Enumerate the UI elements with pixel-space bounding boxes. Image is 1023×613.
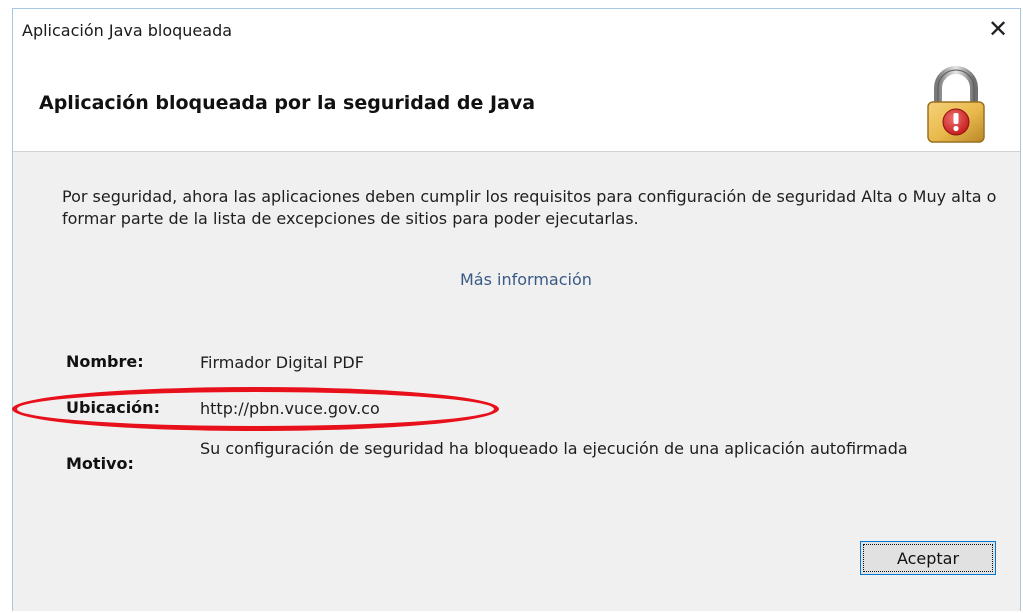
more-info-link[interactable]: Más información	[460, 270, 592, 289]
location-value: http://pbn.vuce.gov.co	[200, 399, 380, 418]
name-value: Firmador Digital PDF	[200, 353, 364, 372]
window-title: Aplicación Java bloqueada	[22, 21, 233, 40]
security-description: Por seguridad, ahora las aplicaciones de…	[62, 187, 997, 228]
title-bar: Aplicación Java bloqueada ✕	[13, 8, 1020, 50]
header-panel: Aplicación bloqueada por la seguridad de…	[13, 50, 1020, 152]
close-icon: ✕	[987, 15, 1009, 43]
dialog-window: Aplicación Java bloqueada ✕ Aplicación b…	[12, 8, 1021, 611]
lock-warning-icon	[927, 66, 985, 143]
close-button[interactable]: ✕	[976, 9, 1020, 49]
dialog-heading: Aplicación bloqueada por la seguridad de…	[39, 92, 536, 114]
accept-button-label: Aceptar	[896, 548, 960, 568]
name-label: Nombre:	[66, 352, 144, 371]
accept-button-focus: Aceptar	[863, 544, 993, 572]
accept-button[interactable]: Aceptar	[860, 541, 996, 575]
reason-label: Motivo:	[66, 454, 134, 473]
reason-value: Su configuración de seguridad ha bloquea…	[200, 439, 908, 458]
location-label: Ubicación:	[66, 398, 160, 417]
